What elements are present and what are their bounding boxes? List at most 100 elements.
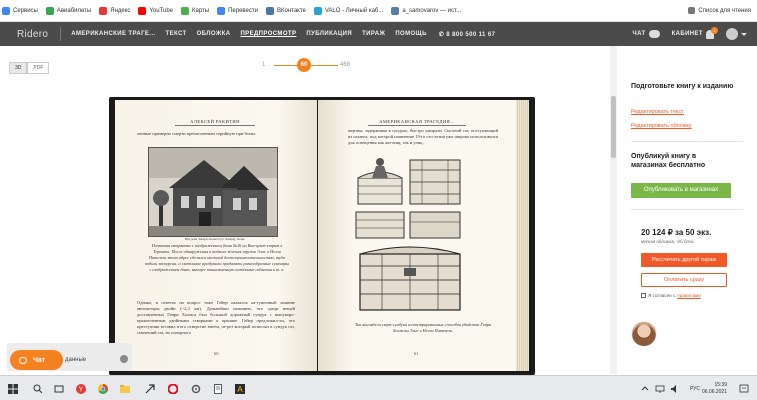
- chevron-down-icon[interactable]: [741, 32, 747, 36]
- phone-number[interactable]: ✆ 8 800 500 11 67: [439, 31, 496, 38]
- terms-text: Я согласен с: [648, 293, 676, 298]
- print-price: 20 124 ₽ за 50 экз.: [641, 228, 712, 237]
- phone-number-text: 8 800 500 11 67: [446, 31, 496, 38]
- app-icon-a[interactable]: A: [235, 384, 245, 394]
- right-running-head: АМЕРИКАНСКАЯ ТРАГЕДИЯ...: [368, 119, 466, 126]
- right-caption: Так выглядели сверх-сундуки иллюстрирова…: [354, 322, 492, 334]
- yandex-browser-icon[interactable]: Y: [76, 384, 86, 394]
- livejournal-icon: [391, 6, 400, 15]
- svg-text:Y: Y: [79, 387, 84, 394]
- app-icon-document[interactable]: [213, 384, 223, 394]
- notifications-icon[interactable]: [739, 384, 749, 394]
- clock[interactable]: 15:39 06.06.2021: [702, 382, 727, 395]
- bookmark-label: a_samovarov — ист...: [402, 7, 462, 14]
- prepare-title: Подготовьте книгу к изданию: [631, 83, 734, 90]
- print-price-details: мягкая обложка, ч/б блок.: [641, 239, 695, 244]
- nav-tab[interactable]: АМЕРИКАНСКИЕ ТРАГЕ...: [71, 31, 155, 37]
- chrome-icon[interactable]: [98, 384, 108, 394]
- header-divider: [60, 27, 62, 41]
- edit-text-link[interactable]: Редактировать текст: [631, 109, 684, 115]
- tray-chevron-up-icon[interactable]: [640, 384, 650, 394]
- nav-tab[interactable]: ТЕКСТ: [166, 31, 187, 37]
- house-illustration: [149, 148, 277, 236]
- photo-small-caption: Вид дома Эдварда Холмса (Ст. Ховард), Хо…: [185, 237, 245, 241]
- pay-now-button[interactable]: Оплатить сразу: [641, 273, 727, 287]
- bookmark-item[interactable]: Карты: [181, 6, 210, 15]
- bookmark-item[interactable]: VALO - Личный каб...: [313, 6, 384, 15]
- bookmark-item[interactable]: Яндекс: [99, 6, 130, 15]
- terms-link[interactable]: правилами: [677, 293, 701, 298]
- svg-text:A: A: [237, 385, 243, 394]
- bookmark-item[interactable]: YouTube: [138, 6, 173, 15]
- bookmark-label: Сервисы: [13, 7, 38, 14]
- youtube-icon: [138, 6, 147, 15]
- nav-tab[interactable]: ПУБЛИКАЦИЯ: [306, 31, 352, 37]
- page-slider[interactable]: 1 60 468: [262, 57, 350, 73]
- nav-tab[interactable]: ОБЛОЖКА: [197, 31, 231, 37]
- plane-icon: [45, 6, 54, 15]
- bookmark-item[interactable]: a_samovarov — ист...: [391, 6, 462, 15]
- nav-tab[interactable]: ПОМОЩЬ: [395, 31, 426, 37]
- bookmark-label: Карты: [192, 7, 210, 14]
- bookmark-label: Авиабилеты: [56, 7, 92, 14]
- input-language[interactable]: РУС: [690, 386, 700, 392]
- user-avatar[interactable]: [726, 28, 738, 40]
- file-explorer-icon[interactable]: [120, 384, 130, 394]
- bell-icon[interactable]: 1: [706, 26, 718, 39]
- chat-widget-text: данные: [65, 357, 87, 363]
- ridero-logo[interactable]: Ridero: [17, 29, 48, 40]
- chat-bubble-icon[interactable]: [648, 30, 660, 38]
- nav-tab[interactable]: ПРЕДПРОСМОТР: [240, 31, 296, 37]
- cabinet-link[interactable]: КАБИНЕТ: [672, 31, 703, 37]
- reading-list[interactable]: Список для чтения: [688, 7, 751, 14]
- publish-button[interactable]: Опубликовать в магазинах: [631, 183, 731, 198]
- opera-icon[interactable]: [167, 383, 179, 395]
- bookmark-item[interactable]: Перевести: [217, 6, 258, 15]
- bookmarks-bar: Сервисы Авиабилеты Яндекс YouTube Карты Перев…: [0, 0, 757, 22]
- viewer-scrollbar[interactable]: [610, 46, 617, 374]
- volume-icon[interactable]: [670, 384, 680, 394]
- left-page-number: 60: [214, 351, 219, 356]
- bookmark-label: YouTube: [149, 7, 173, 14]
- vk-icon: [266, 6, 274, 15]
- panel-divider: [631, 141, 743, 142]
- windows-start-icon[interactable]: [8, 384, 18, 394]
- bookmark-label: Перевести: [228, 7, 258, 14]
- right-panel: Подготовьте книгу к изданию Редактироват…: [617, 46, 757, 374]
- mode-pdf-button[interactable]: PDF: [27, 62, 50, 74]
- left-body-text: Однако, в ответах на вопрос тоже Гейер о…: [137, 300, 295, 336]
- bookmark-item[interactable]: Сервисы: [2, 6, 38, 15]
- translate-icon: [217, 6, 226, 15]
- bookmark-label: VALO - Личный каб...: [324, 7, 384, 14]
- mode-3d-button[interactable]: 3D: [9, 62, 28, 74]
- consultant-avatar[interactable]: [631, 321, 657, 347]
- chat-link[interactable]: ЧАТ: [632, 31, 645, 37]
- trunk-illustration: [354, 156, 466, 316]
- pager-max: 468: [339, 62, 350, 68]
- bookmark-item[interactable]: Авиабилеты: [45, 6, 92, 15]
- publish-title: Опубликуй книгу в магазинах бесплатно: [631, 153, 706, 169]
- task-view-icon[interactable]: [54, 384, 64, 394]
- notification-badge: 1: [711, 26, 718, 34]
- app-icon-gear[interactable]: [191, 384, 201, 394]
- terms-checkbox[interactable]: [641, 293, 646, 298]
- nav-tab[interactable]: ТИРАЖ: [362, 31, 385, 37]
- header-right: ЧАТ КАБИНЕТ 1: [632, 22, 747, 46]
- book-preview[interactable]: АЛЕКСЕЙ РАКИТИН ленные примерно смерти п…: [109, 97, 535, 375]
- network-icon[interactable]: [655, 384, 665, 394]
- taskbar: Y A РУС 15:39 06.06.2021: [0, 375, 757, 400]
- edit-cover-link[interactable]: Редактировать обложку: [631, 123, 692, 129]
- bookmark-item[interactable]: ВКонтакте: [266, 6, 306, 15]
- left-page: АЛЕКСЕЙ РАКИТИН ленные примерно смерти п…: [115, 100, 317, 371]
- scrollbar-thumb[interactable]: [611, 96, 616, 158]
- check-icon[interactable]: [120, 355, 128, 363]
- chat-open-button[interactable]: Чат: [10, 350, 63, 370]
- right-top-text: жертвы, задерживая в сундуке, быстро уми…: [348, 128, 498, 146]
- app-icon-arrows[interactable]: [145, 384, 155, 394]
- search-icon[interactable]: [33, 384, 43, 394]
- right-page: АМЕРИКАНСКАЯ ТРАГЕДИЯ... жертвы, задержи…: [318, 100, 516, 371]
- pager-knob[interactable]: 60: [297, 58, 311, 72]
- panel-divider-2: [631, 209, 743, 210]
- calculate-print-run-button[interactable]: Рассчитать другой тираж: [641, 253, 727, 267]
- reading-list-icon: [688, 7, 696, 14]
